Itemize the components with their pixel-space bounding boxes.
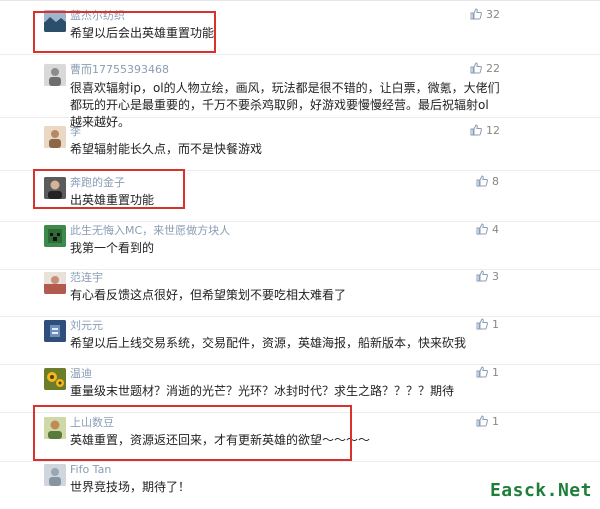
like-count: 3 <box>492 270 499 283</box>
thumbs-up-icon <box>470 8 482 20</box>
like-button[interactable]: 1 <box>476 415 500 429</box>
thumbs-up-icon <box>470 62 482 74</box>
like-button[interactable]: 4 <box>476 223 500 237</box>
figure-avatar-icon <box>44 272 66 294</box>
thumbs-up-icon <box>476 175 488 187</box>
like-count: 22 <box>486 62 500 75</box>
avatar[interactable] <box>44 225 66 247</box>
highlight-box <box>33 169 185 209</box>
like-button[interactable]: 8 <box>476 175 500 189</box>
avatar[interactable] <box>44 64 66 86</box>
like-count: 4 <box>492 223 499 236</box>
comment-text: 希望以后上线交易系统，交易配件，资源，英雄海报，船新版本，快来砍我 <box>70 336 467 350</box>
comment-text: 我第一个看到的 <box>70 241 155 255</box>
logo-avatar-icon <box>44 320 66 342</box>
like-count: 12 <box>486 124 500 137</box>
comment-text: 重量级末世题材？消逝的光芒？光环？冰封时代？求生之路？？？？期待 <box>70 384 455 398</box>
highlight-box <box>33 11 216 53</box>
figure-avatar-icon <box>44 126 66 148</box>
comment-item: 李 希望辐射能长久点，而不是快餐游戏 12 <box>0 124 600 171</box>
thumbs-up-icon <box>476 223 488 235</box>
like-count: 8 <box>492 175 499 188</box>
avatar[interactable] <box>44 368 66 390</box>
default-avatar-icon <box>44 464 66 486</box>
watermark-logo: Easck.Net <box>489 480 592 501</box>
comment-text: 世界竞技场，期待了！ <box>70 480 191 494</box>
comment-username[interactable]: 刘元元 <box>70 319 103 333</box>
comment-username[interactable]: 温迪 <box>70 367 92 381</box>
comment-item: 此生无悔入MC，来世愿做方块人 我第一个看到的 4 <box>0 223 600 270</box>
like-count: 1 <box>492 415 499 428</box>
comment-username[interactable]: 曹而17755393468 <box>70 63 169 77</box>
comment-username[interactable]: 李 <box>70 125 81 139</box>
thumbs-up-icon <box>476 270 488 282</box>
thumbs-up-icon <box>470 124 482 136</box>
like-count: 32 <box>486 8 500 21</box>
like-button[interactable]: 3 <box>476 270 500 284</box>
comment-username[interactable]: 此生无悔入MC，来世愿做方块人 <box>70 224 230 238</box>
like-count: 1 <box>492 318 499 331</box>
comment-username[interactable]: 范连宇 <box>70 271 103 285</box>
avatar[interactable] <box>44 272 66 294</box>
like-button[interactable]: 22 <box>470 62 500 76</box>
comment-item: 刘元元 希望以后上线交易系统，交易配件，资源，英雄海报，船新版本，快来砍我 1 <box>0 318 600 365</box>
avatar[interactable] <box>44 126 66 148</box>
flower-avatar-icon <box>44 368 66 390</box>
highlight-box <box>33 405 352 461</box>
figure-avatar-icon <box>44 64 66 86</box>
like-button[interactable]: 1 <box>476 366 500 380</box>
avatar[interactable] <box>44 320 66 342</box>
comment-item: 范连宇 有心看反馈这点很好，但希望策划不要吃相太难看了 3 <box>0 270 600 317</box>
like-count: 1 <box>492 366 499 379</box>
comment-text: 希望辐射能长久点，而不是快餐游戏 <box>70 142 263 156</box>
comment-item: 曹而17755393468 很喜欢辐射ip，ol的人物立绘，画风，玩法都是很不错… <box>0 62 600 129</box>
minecraft-avatar-icon <box>44 225 66 247</box>
comment-text: 有心看反馈这点很好，但希望策划不要吃相太难看了 <box>70 288 347 302</box>
thumbs-up-icon <box>476 415 488 427</box>
thumbs-up-icon <box>476 366 488 378</box>
like-button[interactable]: 32 <box>470 8 500 22</box>
top-divider <box>0 0 600 1</box>
avatar[interactable] <box>44 464 66 486</box>
like-button[interactable]: 12 <box>470 124 500 138</box>
thumbs-up-icon <box>476 318 488 330</box>
like-button[interactable]: 1 <box>476 318 500 332</box>
comment-username[interactable]: Fifo Tan <box>70 463 111 477</box>
